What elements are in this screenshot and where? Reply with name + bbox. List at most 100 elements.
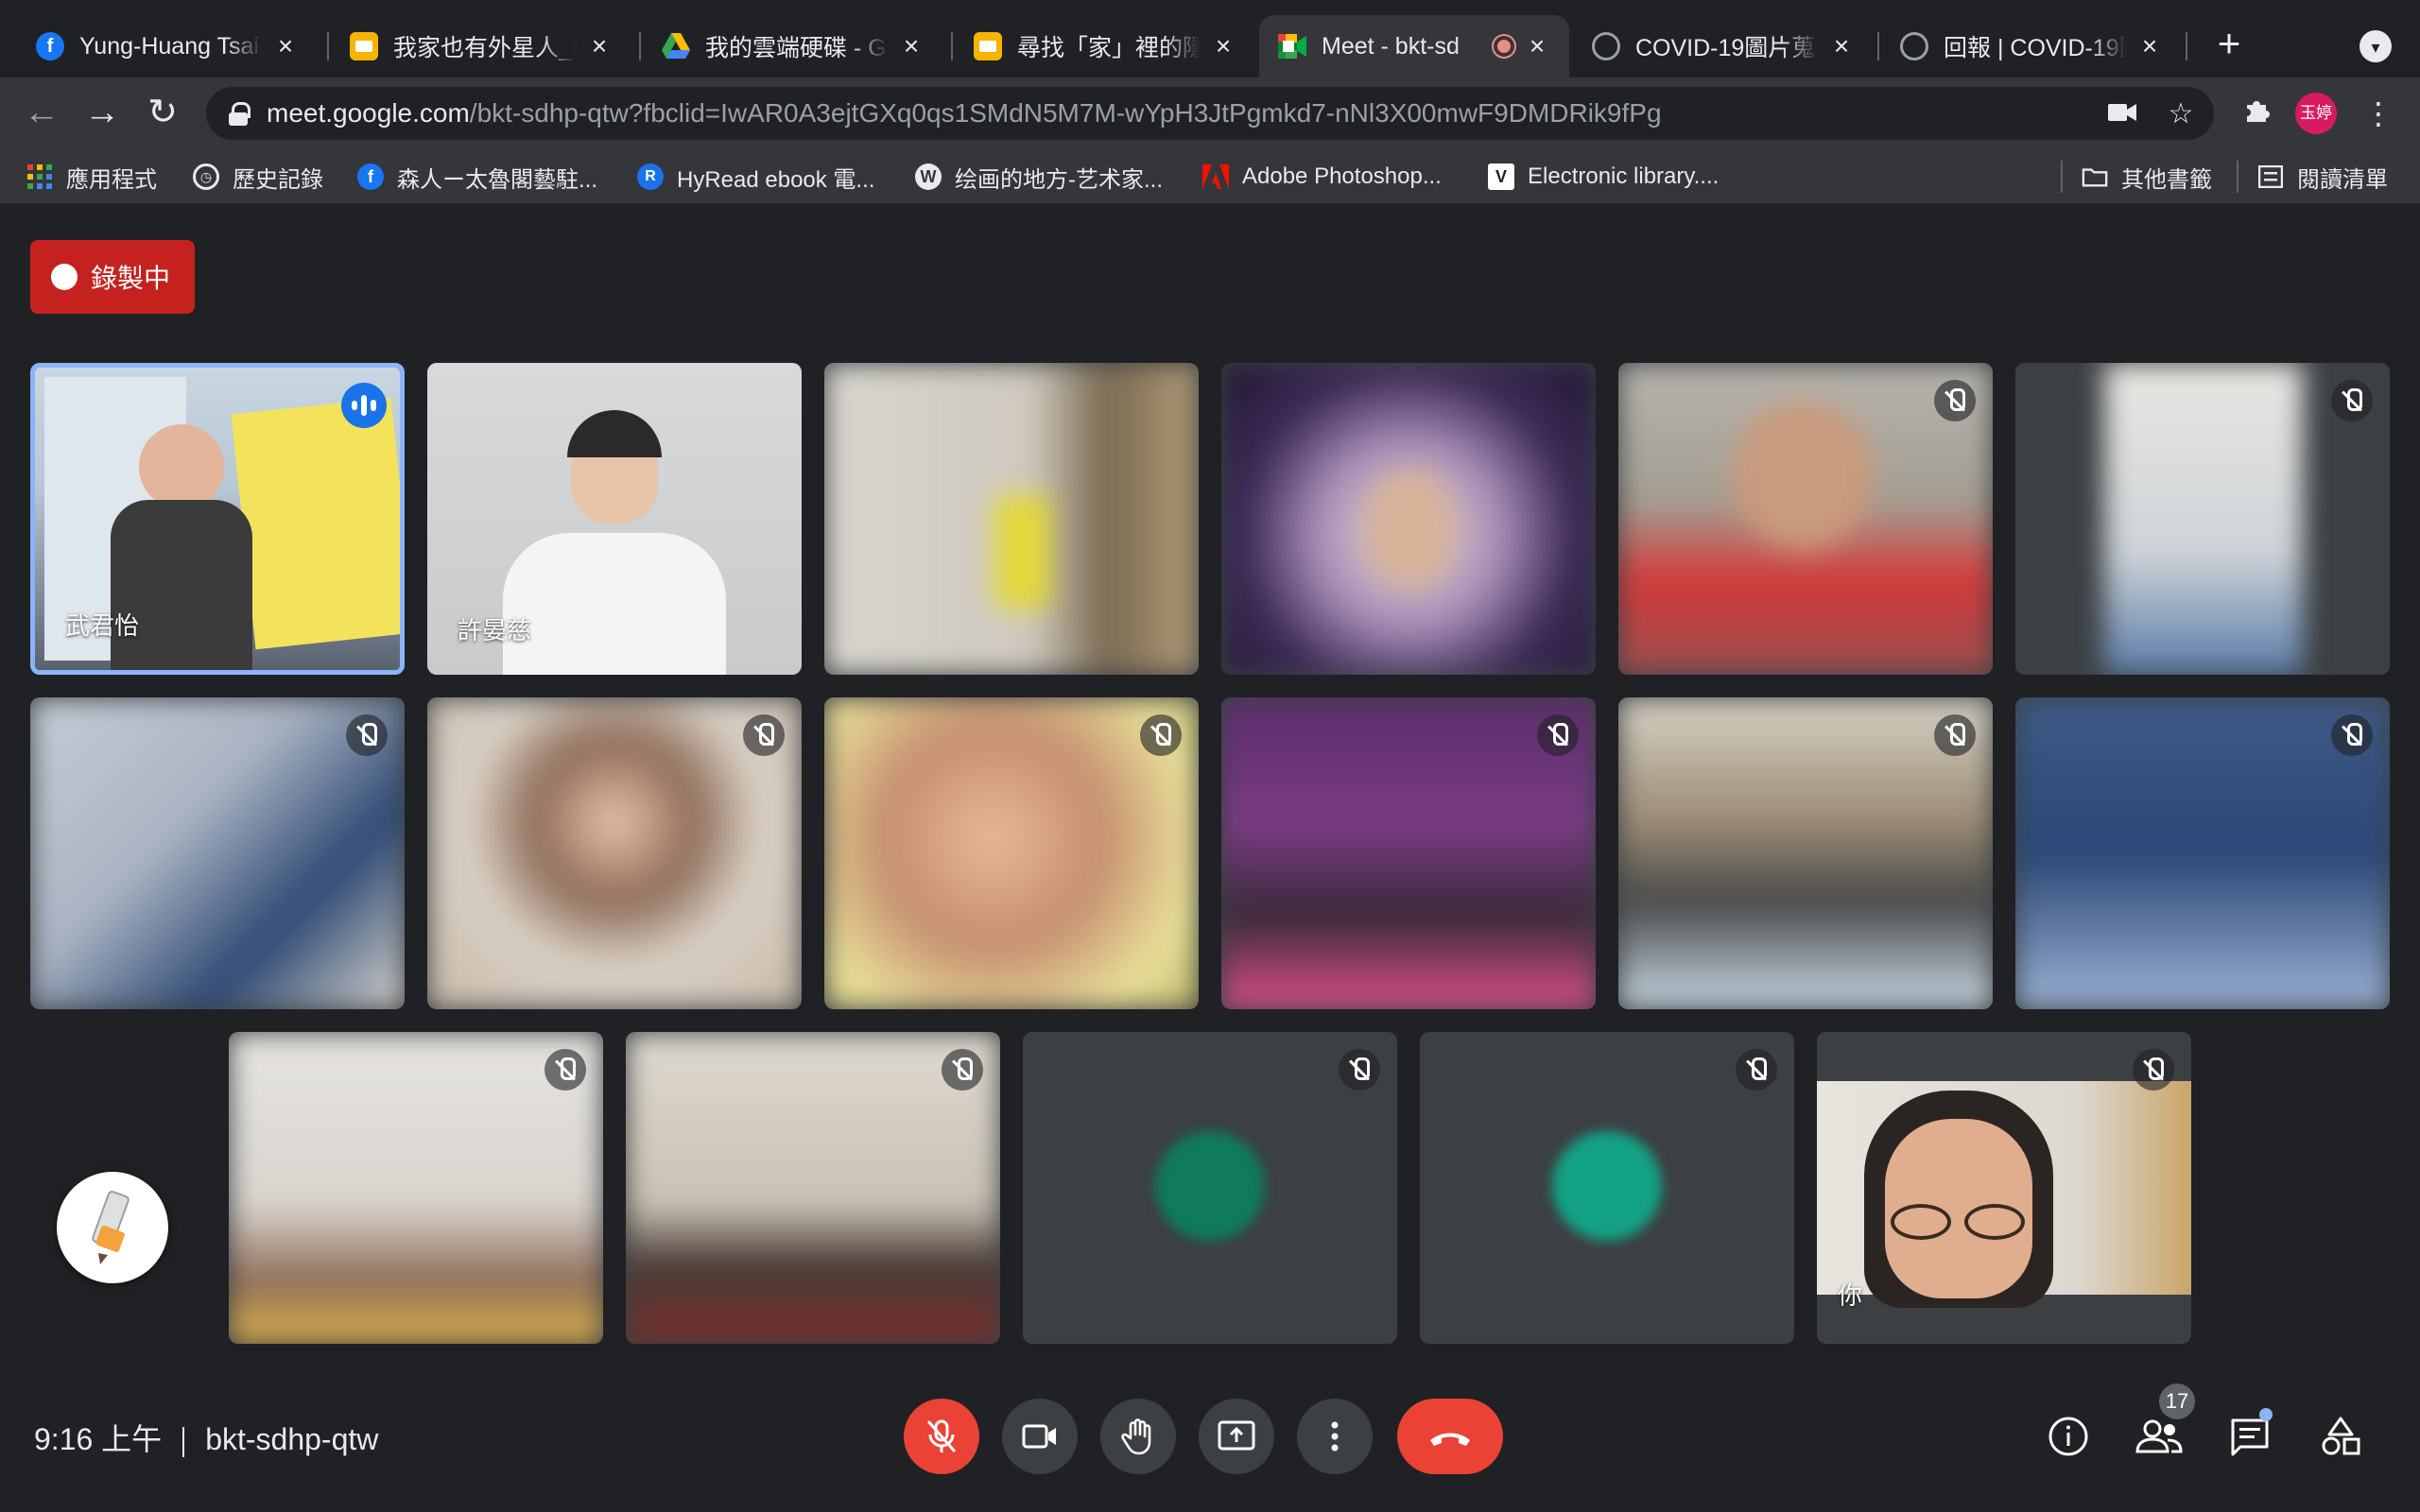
- url-text[interactable]: meet.google.com/bkt-sdhp-qtw?fbclid=IwAR…: [267, 98, 1662, 129]
- muted-mic-icon: [1934, 380, 1976, 421]
- tab-divider: [639, 32, 641, 60]
- tab-3[interactable]: 我的雲端硬碟 - Go ×: [643, 15, 943, 77]
- muted-mic-icon: [942, 1049, 983, 1091]
- hyread-icon: R: [637, 163, 664, 190]
- participant-tile[interactable]: [1023, 1032, 1397, 1344]
- participant-avatar: [1552, 1131, 1662, 1241]
- camera-toggle-button[interactable]: [1002, 1399, 1078, 1474]
- more-options-button[interactable]: [1297, 1399, 1373, 1474]
- meet-icon: [1278, 32, 1306, 60]
- muted-mic-icon: [346, 714, 388, 756]
- participant-tile[interactable]: [1618, 697, 1993, 1009]
- drive-icon: [662, 32, 690, 60]
- muted-mic-icon: [2331, 380, 2373, 421]
- bookmark-wordpress[interactable]: W 绘画的地方-艺术家...: [915, 159, 1163, 195]
- tab-meet-active[interactable]: Meet - bkt-sd ×: [1259, 15, 1569, 77]
- tab-6[interactable]: COVID-19圖片蒐集 ×: [1573, 15, 1874, 77]
- facebook-icon: f: [357, 163, 384, 190]
- participant-tile[interactable]: [1618, 363, 1993, 675]
- bookmark-history[interactable]: ◷ 歷史記錄: [193, 159, 323, 195]
- participant-tile[interactable]: [2015, 363, 2390, 675]
- close-icon[interactable]: ×: [1524, 33, 1550, 60]
- bookmark-adobe[interactable]: Adobe Photoshop...: [1202, 159, 1442, 195]
- close-icon[interactable]: ×: [2136, 33, 2163, 60]
- leave-call-button[interactable]: [1397, 1399, 1503, 1474]
- participant-tile[interactable]: [824, 697, 1199, 1009]
- video-feed: [1221, 363, 1596, 675]
- camera-icon: [1022, 1424, 1056, 1449]
- present-screen-button[interactable]: [1199, 1399, 1274, 1474]
- floating-pencil-button[interactable]: [57, 1172, 168, 1283]
- muted-mic-icon: [544, 1049, 586, 1091]
- bookmark-electronic-library[interactable]: V Electronic library....: [1488, 159, 1719, 195]
- tab-title: 回報 | COVID-19圖: [1944, 35, 2127, 61]
- participant-tile[interactable]: [30, 697, 405, 1009]
- close-icon[interactable]: ×: [586, 33, 613, 60]
- person-head: [1732, 401, 1874, 552]
- recording-label: 錄製中: [91, 264, 171, 293]
- tab-title: Meet - bkt-sd: [1322, 32, 1460, 60]
- tab-7[interactable]: 回報 | COVID-19圖 ×: [1881, 15, 2182, 77]
- history-icon: ◷: [193, 163, 219, 190]
- bookmark-label: HyRead ebook 電...: [677, 166, 875, 193]
- extensions-puzzle-icon[interactable]: [2238, 94, 2276, 132]
- wordpress-icon: W: [915, 163, 942, 190]
- tab-1[interactable]: f Yung-Huang Tsai ×: [17, 15, 318, 77]
- participant-tile[interactable]: [229, 1032, 603, 1344]
- slides-icon: [350, 32, 378, 60]
- person-head: [139, 424, 224, 509]
- hang-up-phone-icon: [1430, 1433, 1470, 1446]
- bookmark-label: 閱讀清單: [2297, 166, 2388, 193]
- participant-tile[interactable]: [1420, 1032, 1794, 1344]
- bookmark-star-icon[interactable]: ☆: [2165, 98, 2197, 130]
- kebab-menu-icon: [1331, 1421, 1339, 1452]
- reload-icon[interactable]: ↻: [140, 91, 185, 136]
- tab-title: COVID-19圖片蒐集: [1635, 35, 1819, 61]
- tab-2[interactable]: 我家也有外星人_學 ×: [331, 15, 631, 77]
- bookmark-apps[interactable]: 應用程式: [26, 159, 157, 195]
- camera-permission-icon[interactable]: [2106, 98, 2138, 130]
- tab-4[interactable]: 尋找「家」裡的隱 ×: [955, 15, 1255, 77]
- close-icon[interactable]: ×: [1210, 33, 1236, 60]
- recording-indicator[interactable]: 錄製中: [30, 240, 195, 314]
- participant-tile[interactable]: 武君怡: [30, 363, 405, 675]
- new-tab-plus-icon[interactable]: +: [2208, 24, 2250, 66]
- person-body: [111, 500, 252, 670]
- tab-divider: [327, 32, 329, 60]
- self-view-tile[interactable]: 你: [1817, 1032, 2191, 1344]
- tab-strip: f Yung-Huang Tsai × 我家也有外星人_學 × 我的雲端硬碟 -…: [0, 0, 2420, 77]
- address-bar[interactable]: meet.google.com/bkt-sdhp-qtw?fbclid=IwAR…: [206, 87, 2214, 140]
- facebook-icon: f: [36, 32, 64, 60]
- bookmark-hyread[interactable]: R HyRead ebook 電...: [637, 159, 874, 195]
- meeting-details-button[interactable]: [2042, 1410, 2095, 1463]
- lock-icon[interactable]: [229, 102, 251, 126]
- tab-title: 我家也有外星人_學: [393, 35, 577, 61]
- close-icon[interactable]: ×: [272, 33, 299, 60]
- person-body: [994, 495, 1051, 609]
- meeting-info: 9:16 上午 bkt-sdhp-qtw: [34, 1416, 378, 1459]
- activities-button[interactable]: [2314, 1410, 2367, 1463]
- other-bookmarks-folder[interactable]: 其他書籤: [2082, 159, 2212, 195]
- participant-tile[interactable]: [2015, 697, 2390, 1009]
- participant-tile[interactable]: [1221, 363, 1596, 675]
- participant-tile[interactable]: 許晏慈: [427, 363, 802, 675]
- participant-tile[interactable]: [626, 1032, 1000, 1344]
- library-icon: V: [1488, 163, 1514, 190]
- forward-arrow-icon[interactable]: →: [79, 91, 125, 136]
- close-icon[interactable]: ×: [1828, 33, 1855, 60]
- bookmark-facebook[interactable]: f 森人ー太魯閣藝駐...: [357, 159, 597, 195]
- participant-tile[interactable]: [427, 697, 802, 1009]
- microphone-toggle-button[interactable]: [904, 1399, 979, 1474]
- present-icon: [1218, 1420, 1255, 1451]
- back-arrow-icon[interactable]: ←: [19, 91, 64, 136]
- tab-search-chevron-icon[interactable]: ▾: [2360, 30, 2392, 62]
- participant-tile[interactable]: [824, 363, 1199, 675]
- profile-avatar[interactable]: 玉婷: [2295, 93, 2337, 134]
- participant-tile[interactable]: [1221, 697, 1596, 1009]
- reading-list[interactable]: 閱讀清單: [2257, 159, 2388, 195]
- shapes-icon: [2322, 1417, 2360, 1455]
- kebab-menu-icon[interactable]: ⋮: [2360, 94, 2397, 132]
- close-icon[interactable]: ×: [898, 33, 925, 60]
- raise-hand-button[interactable]: [1100, 1399, 1176, 1474]
- muted-mic-icon: [1934, 714, 1976, 756]
